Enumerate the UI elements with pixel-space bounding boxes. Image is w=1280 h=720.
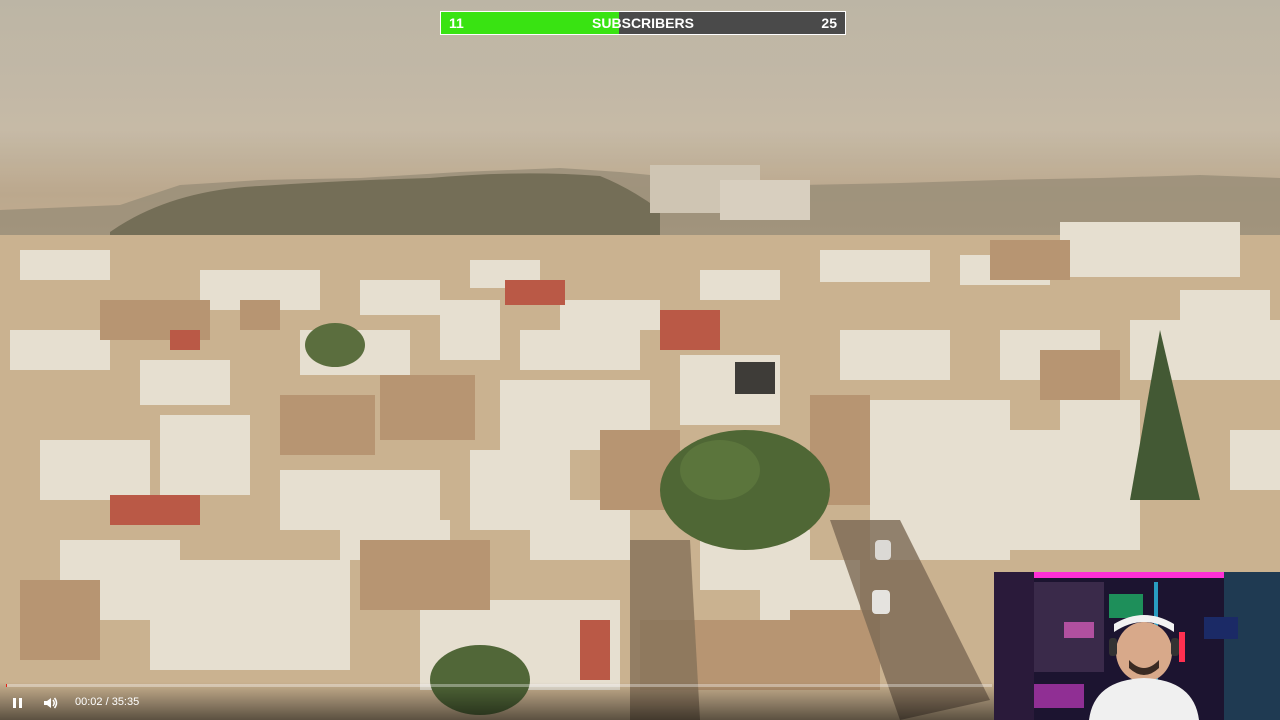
seek-bar[interactable] xyxy=(6,684,992,687)
time-display: 00:02 / 35:35 xyxy=(75,696,140,708)
streamer-webcam-feed xyxy=(994,572,1280,720)
player-controls: 00:02 / 35:35 xyxy=(0,682,994,720)
subscriber-goal-label: SUBSCRIBERS xyxy=(592,15,694,31)
volume-icon xyxy=(44,697,58,709)
pause-button[interactable] xyxy=(10,695,28,711)
webcam-overlay xyxy=(994,572,1280,720)
pause-icon xyxy=(13,698,22,708)
subscriber-goal-bar: 11 SUBSCRIBERS 25 xyxy=(440,11,846,35)
seek-bar-played xyxy=(6,684,7,687)
subscriber-goal-target: 25 xyxy=(821,15,837,31)
volume-button[interactable] xyxy=(42,695,60,711)
